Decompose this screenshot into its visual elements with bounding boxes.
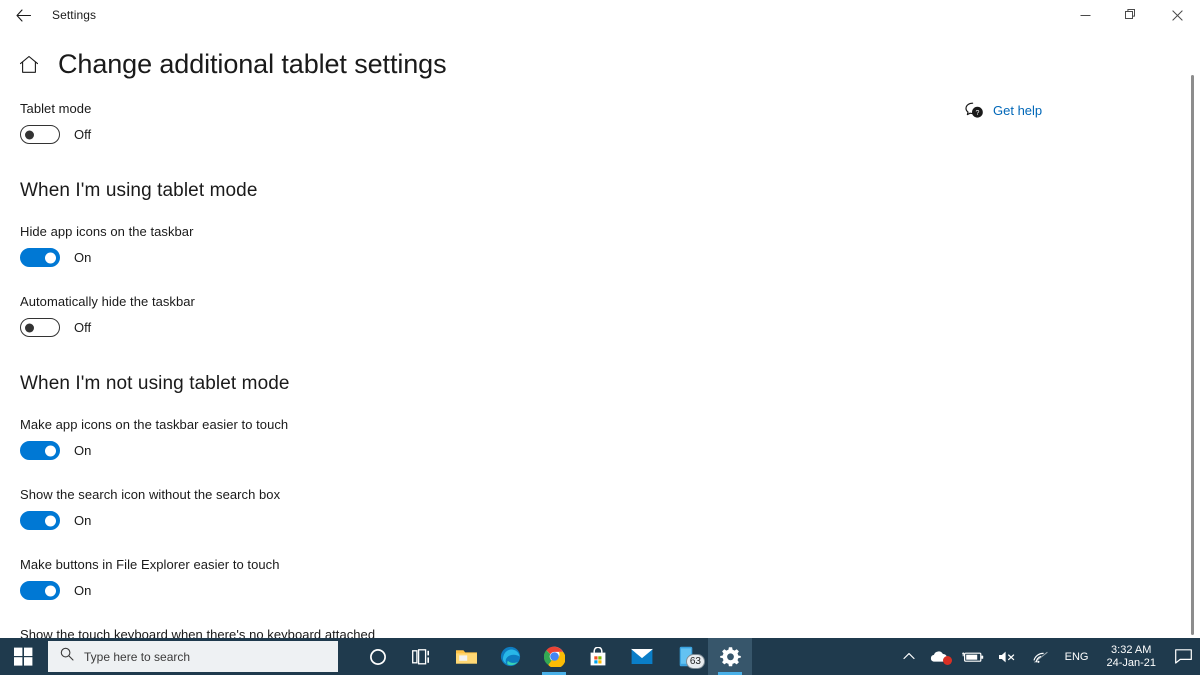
toggle-knob — [45, 445, 56, 456]
toggle-knob — [45, 252, 56, 263]
toggle-auto-hide-taskbar[interactable] — [20, 318, 60, 337]
toggle-row: On — [20, 581, 920, 600]
minimize-button[interactable] — [1062, 0, 1108, 30]
task-view-icon[interactable] — [400, 638, 444, 675]
volume-muted-icon[interactable] — [991, 638, 1024, 675]
toggle-knob — [45, 585, 56, 596]
window-controls — [1062, 0, 1200, 30]
title-bar: Settings — [0, 0, 1200, 30]
scrollbar-thumb[interactable] — [1191, 75, 1194, 635]
status-badge — [942, 656, 952, 665]
setting-tablet-mode: Tablet mode Off — [20, 100, 920, 144]
back-button[interactable] — [0, 0, 46, 30]
setting-hide-app-icons: Hide app icons on the taskbar On — [20, 223, 920, 267]
cortana-icon[interactable] — [356, 638, 400, 675]
system-tray: ENG 3:32 AM 24-Jan-21 — [896, 638, 1200, 675]
section-using-tablet-mode: When I'm using tablet mode Hide app icon… — [20, 180, 920, 337]
setting-label: Make buttons in File Explorer easier to … — [20, 557, 280, 572]
action-center-icon[interactable] — [1166, 638, 1200, 675]
toggle-row: Off — [20, 318, 920, 337]
notification-badge: 63 — [685, 654, 705, 669]
toggle-state-label: On — [74, 443, 92, 458]
windows-start-icon[interactable] — [0, 638, 46, 675]
toggle-row: On — [20, 511, 920, 530]
setting-file-explorer-buttons: Make buttons in File Explorer easier to … — [20, 556, 920, 600]
mail-icon[interactable] — [620, 638, 664, 675]
onedrive-icon[interactable] — [922, 638, 955, 675]
toggle-search-icon-only[interactable] — [20, 511, 60, 530]
toggle-state-label: On — [74, 583, 92, 598]
section-heading: When I'm using tablet mode — [20, 180, 258, 201]
get-help-link[interactable]: ? Get help — [964, 100, 1042, 120]
taskbar-apps: 63 — [356, 638, 752, 675]
setting-label: Automatically hide the taskbar — [20, 294, 195, 309]
toggle-hide-app-icons[interactable] — [20, 248, 60, 267]
section-not-using-tablet-mode: When I'm not using tablet mode Make app … — [20, 373, 920, 670]
clock[interactable]: 3:32 AM 24-Jan-21 — [1096, 638, 1166, 675]
toggle-state-label: Off — [74, 127, 92, 142]
home-icon[interactable] — [9, 55, 49, 74]
taskbar: Type here to search 63 ENG 3:32 AM 24-Ja… — [0, 638, 1200, 675]
maximize-restore-button[interactable] — [1108, 0, 1154, 30]
setting-search-icon-only: Show the search icon without the search … — [20, 486, 920, 530]
setting-label: Make app icons on the taskbar easier to … — [20, 417, 289, 432]
setting-label: Tablet mode — [20, 101, 92, 116]
section-heading: When I'm not using tablet mode — [20, 373, 290, 394]
toggle-app-icons-easier-touch[interactable] — [20, 441, 60, 460]
show-hidden-icons-chevron[interactable] — [896, 638, 922, 675]
toggle-file-explorer-buttons[interactable] — [20, 581, 60, 600]
toggle-row: Off — [20, 125, 920, 144]
toggle-knob — [45, 515, 56, 526]
settings-window: Settings Change additional tablet settin… — [0, 0, 1200, 675]
store-icon[interactable] — [576, 638, 620, 675]
toggle-knob — [24, 323, 34, 332]
toggle-state-label: On — [74, 513, 92, 528]
setting-label: Hide app icons on the taskbar — [20, 224, 194, 239]
help-bubble-icon: ? — [964, 100, 984, 120]
page-header: Change additional tablet settings — [0, 42, 1200, 86]
language-indicator[interactable]: ENG — [1057, 651, 1097, 663]
toggle-row: On — [20, 441, 920, 460]
toggle-tablet-mode[interactable] — [20, 125, 60, 144]
close-button[interactable] — [1154, 0, 1200, 30]
page-title: Change additional tablet settings — [58, 48, 447, 79]
svg-text:?: ? — [975, 110, 979, 117]
settings-gear-icon[interactable] — [708, 638, 752, 675]
get-help-label: Get help — [993, 102, 1043, 118]
clock-date: 24-Jan-21 — [1106, 656, 1156, 669]
edge-icon[interactable] — [488, 638, 532, 675]
search-input[interactable]: Type here to search — [48, 641, 338, 672]
vertical-scrollbar[interactable] — [1186, 30, 1200, 638]
settings-content: Tablet mode Off When I'm using tablet mo… — [20, 100, 920, 670]
toggle-state-label: Off — [74, 320, 92, 335]
setting-label: Show the search icon without the search … — [20, 487, 281, 502]
file-explorer-icon[interactable] — [444, 638, 488, 675]
toggle-knob — [24, 130, 34, 139]
setting-auto-hide-taskbar: Automatically hide the taskbar Off — [20, 293, 920, 337]
chrome-icon[interactable] — [532, 638, 576, 675]
app-title: Settings — [52, 8, 97, 22]
your-phone-icon[interactable]: 63 — [664, 638, 708, 675]
search-icon — [60, 647, 74, 666]
setting-app-icons-easier-touch: Make app icons on the taskbar easier to … — [20, 416, 920, 460]
clock-time: 3:32 AM — [1111, 643, 1152, 656]
toggle-state-label: On — [74, 250, 92, 265]
toggle-row: On — [20, 248, 920, 267]
battery-icon[interactable] — [955, 638, 991, 675]
search-placeholder: Type here to search — [84, 649, 191, 664]
wifi-icon[interactable] — [1024, 638, 1057, 675]
